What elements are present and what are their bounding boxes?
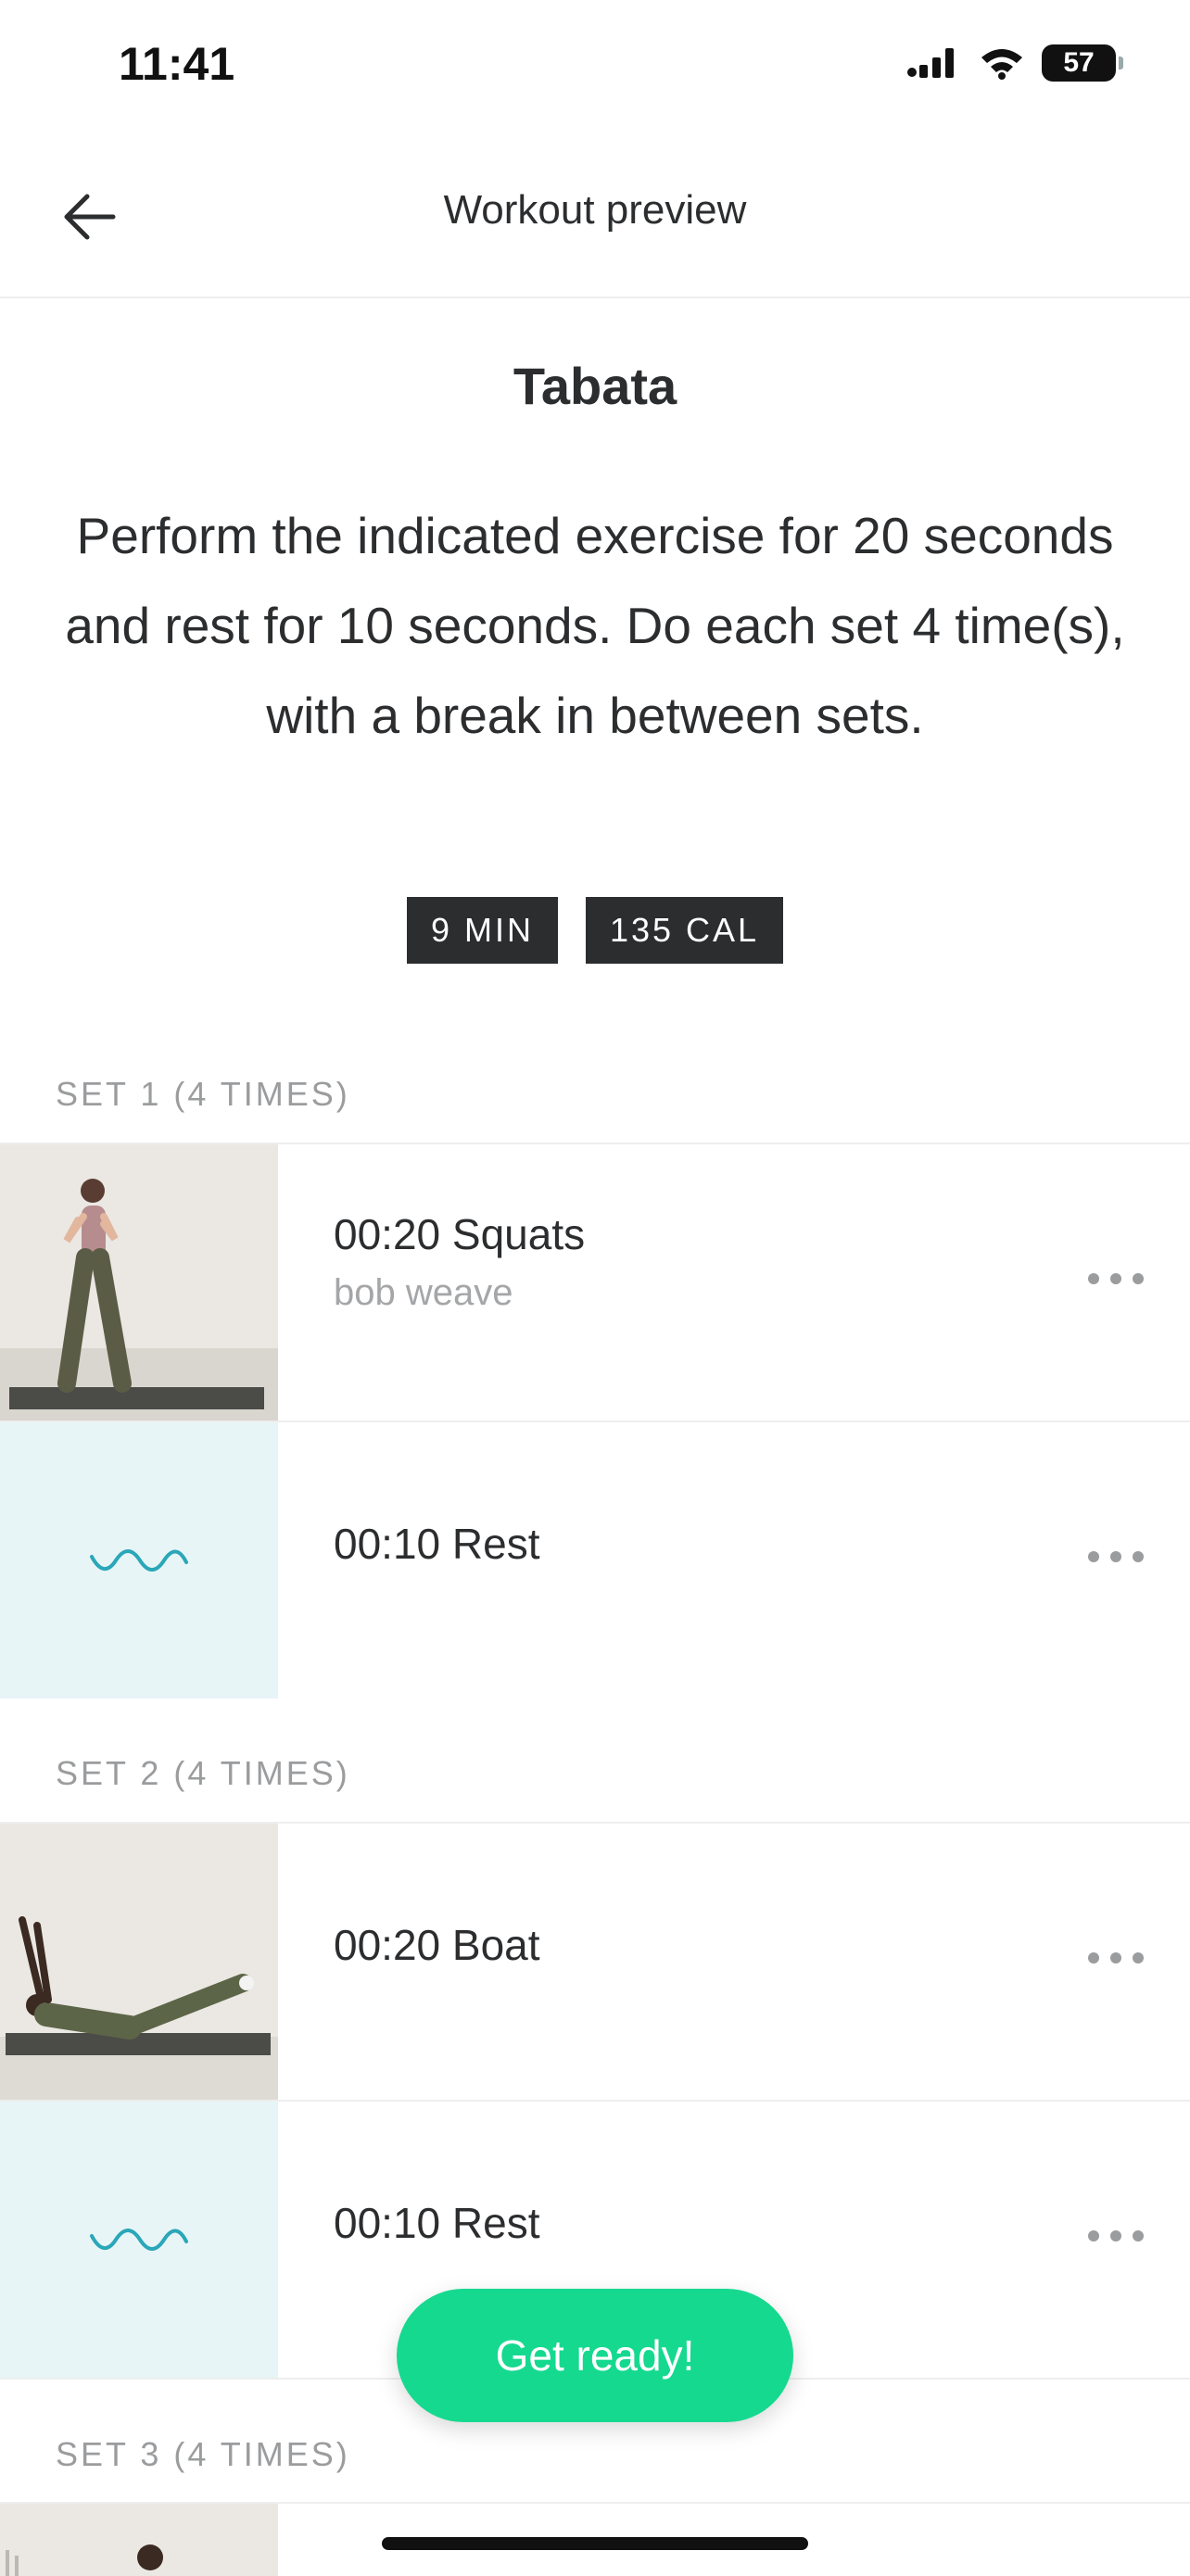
set-label: SET 2 (4 TIMES)	[56, 1754, 350, 1792]
exercise-thumbnail	[0, 2504, 278, 2576]
workout-description: Perform the indicated exercise for 20 se…	[65, 507, 1125, 744]
status-time: 11:41	[119, 38, 235, 90]
get-ready-button[interactable]: Get ready!	[397, 2289, 793, 2422]
home-indicator	[382, 2537, 808, 2550]
set-label: SET 1 (4 TIMES)	[56, 1075, 350, 1113]
exercise-subtitle: bob weave	[334, 1272, 513, 1313]
rest-title: 00:10 Rest	[334, 2199, 540, 2247]
wave-icon	[90, 2229, 188, 2251]
duration-badge: 9 MIN	[406, 897, 558, 964]
exercise-row[interactable]: 00:20 Squats bob weave	[0, 1143, 1190, 1421]
battery-icon: 57	[1042, 44, 1123, 82]
rest-thumbnail	[0, 2102, 278, 2378]
status-icons: 57	[906, 44, 1123, 82]
rest-thumbnail	[0, 1422, 278, 1698]
wifi-icon	[981, 49, 1022, 80]
rest-title: 00:10 Rest	[334, 1520, 540, 1568]
more-options-button[interactable]	[1088, 1534, 1144, 1580]
exercise-thumbnail	[0, 1824, 278, 2100]
page-title: Workout preview	[443, 187, 747, 233]
exercise-title: 00:20 Squats	[334, 1210, 586, 1258]
status-bar: 11:41 57	[0, 0, 1190, 139]
exercise-row[interactable]: 00:20 Boat	[0, 1822, 1190, 2100]
wave-icon	[90, 1549, 188, 1572]
cellular-signal-icon	[907, 48, 954, 78]
workout-title: Tabata	[513, 357, 677, 415]
set-label: SET 3 (4 TIMES)	[56, 2435, 350, 2473]
more-options-button[interactable]	[1088, 1935, 1144, 1981]
more-options-button[interactable]	[1088, 1256, 1144, 1302]
rest-row[interactable]: 00:10 Rest	[0, 1421, 1190, 1698]
more-options-button[interactable]	[1088, 2213, 1144, 2259]
exercise-title: 00:20 Boat	[334, 1921, 540, 1969]
workout-stats: 9 MIN 135 CAL	[0, 897, 1190, 964]
calories-badge: 135 CAL	[585, 897, 784, 964]
exercise-thumbnail	[0, 1144, 278, 1421]
header: Workout preview	[0, 139, 1190, 298]
